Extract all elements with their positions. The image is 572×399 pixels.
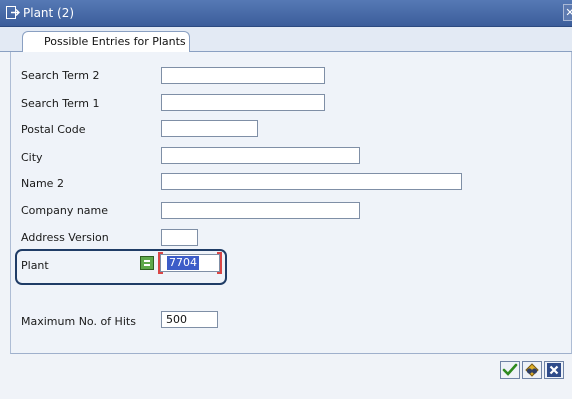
cancel-x-icon [547,363,561,377]
search-term-1-field[interactable] [161,94,325,111]
continue-button[interactable] [500,361,520,379]
search-term-2-field[interactable] [161,67,325,84]
city-label: City [21,151,43,164]
tab-possible-entries[interactable]: Possible Entries for Plants [22,31,190,53]
checkmark-icon [502,363,518,376]
binoculars-icon [525,363,539,377]
name-2-field[interactable] [161,173,462,190]
company-name-field[interactable] [161,202,360,219]
search-term-2-label: Search Term 2 [21,69,100,82]
dialog-icon [6,6,20,19]
plant-value: 7704 [167,256,199,270]
close-icon: ✕ [565,6,572,19]
dialog-title: Plant (2) [23,6,75,20]
max-hits-field[interactable]: 500 [161,311,218,328]
postal-code-label: Postal Code [21,123,86,136]
max-hits-label: Maximum No. of Hits [21,315,136,328]
city-field[interactable] [161,147,360,164]
button-bar [0,354,572,399]
name-2-label: Name 2 [21,177,64,190]
plant-label: Plant [21,259,49,272]
cancel-button[interactable] [544,361,564,379]
address-version-field[interactable] [161,229,198,246]
tab-strip: Possible Entries for Plants [0,27,572,53]
required-marker-left [158,252,163,274]
find-button[interactable] [522,361,542,379]
postal-code-field[interactable] [161,120,258,137]
search-term-1-label: Search Term 1 [21,97,100,110]
close-button[interactable]: ✕ [563,4,572,21]
title-bar: Plant (2) ✕ [0,0,572,27]
plant-field[interactable]: 7704 [158,252,222,274]
address-version-label: Address Version [21,231,109,244]
plant-search-dialog: Plant (2) ✕ Possible Entries for Plants … [0,0,572,399]
required-marker-right [217,252,222,274]
company-name-label: Company name [21,204,109,217]
value-help-icon[interactable] [140,256,154,270]
